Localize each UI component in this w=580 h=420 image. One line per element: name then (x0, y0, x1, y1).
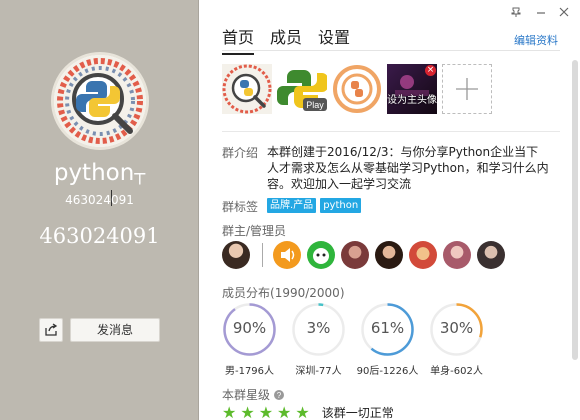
stat-single[interactable]: 30% 单身-602人 (429, 302, 484, 377)
star-icon: ★ (295, 402, 310, 420)
admin-avatar[interactable] (477, 241, 505, 269)
group-name[interactable]: python┬ (0, 160, 199, 186)
tag-item[interactable]: python (320, 198, 362, 213)
stat-ring: 3% (291, 302, 346, 357)
minimize-button[interactable] (535, 6, 547, 21)
admins-label: 群主/管理员 (222, 224, 287, 238)
svg-text:?: ? (277, 391, 282, 400)
admin-avatar[interactable] (273, 241, 301, 269)
group-id-large: 463024091 (39, 224, 160, 248)
add-photo-button[interactable] (442, 64, 492, 114)
stat-ring: 61% (360, 302, 415, 357)
stat-ring: 30% (429, 302, 484, 357)
python-magnifier-image-icon (222, 64, 272, 114)
rating-stars: ★ ★ ★ ★ ★ 该群一切正常 (222, 404, 394, 420)
group-profile-panel: python┬ 463024091 463024091 发消息 (0, 0, 199, 420)
group-photo[interactable] (332, 64, 382, 114)
distribution-label: 成员分布(1990/2000) (222, 286, 345, 300)
group-photo[interactable]: × 设为主头像 (387, 64, 437, 114)
stat-label: 男-1796人 (224, 366, 275, 377)
minimize-icon (537, 12, 545, 14)
stat-percent: 90% (232, 319, 267, 337)
section-divider (222, 131, 560, 132)
cartoon-avatar-icon (313, 248, 329, 264)
scrollbar[interactable] (572, 60, 578, 360)
stat-gender[interactable]: 90% 男-1796人 (222, 302, 277, 377)
tab-divider (222, 50, 560, 51)
plus-icon (456, 78, 478, 100)
stat-city[interactable]: 3% 深圳-77人 (291, 302, 346, 377)
python-play-image-icon: Play (277, 70, 327, 111)
group-photo[interactable]: Play (277, 64, 327, 114)
intro-label: 群介绍 (222, 146, 259, 160)
admin-avatar[interactable] (409, 241, 437, 269)
owner-separator (262, 243, 263, 267)
python-logo-icon (54, 55, 146, 147)
stat-age[interactable]: 61% 90后-1226人 (357, 302, 418, 377)
group-avatar[interactable] (51, 52, 149, 150)
stat-label: 90后-1226人 (356, 366, 419, 377)
tag-item[interactable]: 品牌.产品 (267, 198, 317, 213)
share-button[interactable] (39, 318, 63, 342)
pin-button[interactable] (510, 6, 522, 21)
owner-avatar[interactable] (222, 241, 250, 269)
stat-label: 深圳-77人 (295, 366, 342, 377)
set-cover-label[interactable]: 设为主头像 (387, 91, 437, 106)
stat-percent: 30% (439, 319, 474, 337)
tag-list: 品牌.产品 python (267, 198, 362, 213)
svg-text:Play: Play (306, 100, 324, 110)
pin-icon (511, 7, 521, 17)
send-message-button[interactable]: 发消息 (70, 318, 160, 342)
admin-list (222, 241, 511, 269)
tags-label: 群标签 (222, 200, 259, 214)
remove-photo-button[interactable]: × (425, 65, 436, 76)
close-button[interactable] (558, 6, 570, 21)
admin-avatar[interactable] (307, 241, 335, 269)
distribution-stats: 90% 男-1796人 3% 深圳-77人 61% 90后-1226人 30% … (222, 302, 484, 377)
close-icon (559, 7, 569, 17)
star-icon: ★ (277, 402, 292, 420)
admin-avatar[interactable] (443, 241, 471, 269)
rating-label: 本群星级 ? (222, 386, 284, 403)
group-photo[interactable] (222, 64, 272, 114)
python-badge-image-icon (333, 65, 381, 113)
rating-status: 该群一切正常 (321, 406, 394, 420)
stat-label: 单身-602人 (430, 366, 483, 377)
stat-percent: 3% (306, 319, 331, 337)
admin-avatar[interactable] (375, 241, 403, 269)
edit-profile-link[interactable]: 编辑资料 (514, 32, 558, 48)
info-icon[interactable]: ? (273, 390, 284, 400)
speaker-icon (281, 248, 295, 262)
group-photos: Play × 设为主头像 (222, 64, 492, 114)
stat-percent: 61% (370, 319, 405, 337)
admin-avatar[interactable] (341, 241, 369, 269)
star-icon: ★ (258, 402, 274, 420)
group-id: 463024091 (65, 193, 134, 207)
stat-ring: 90% (222, 302, 277, 357)
intro-text: 本群创建于2016/12/3：与你分享Python企业当下人才需求及怎么从零基础… (267, 145, 549, 191)
share-icon (45, 323, 58, 336)
star-icon: ★ (240, 402, 255, 420)
star-icon: ★ (222, 402, 237, 420)
